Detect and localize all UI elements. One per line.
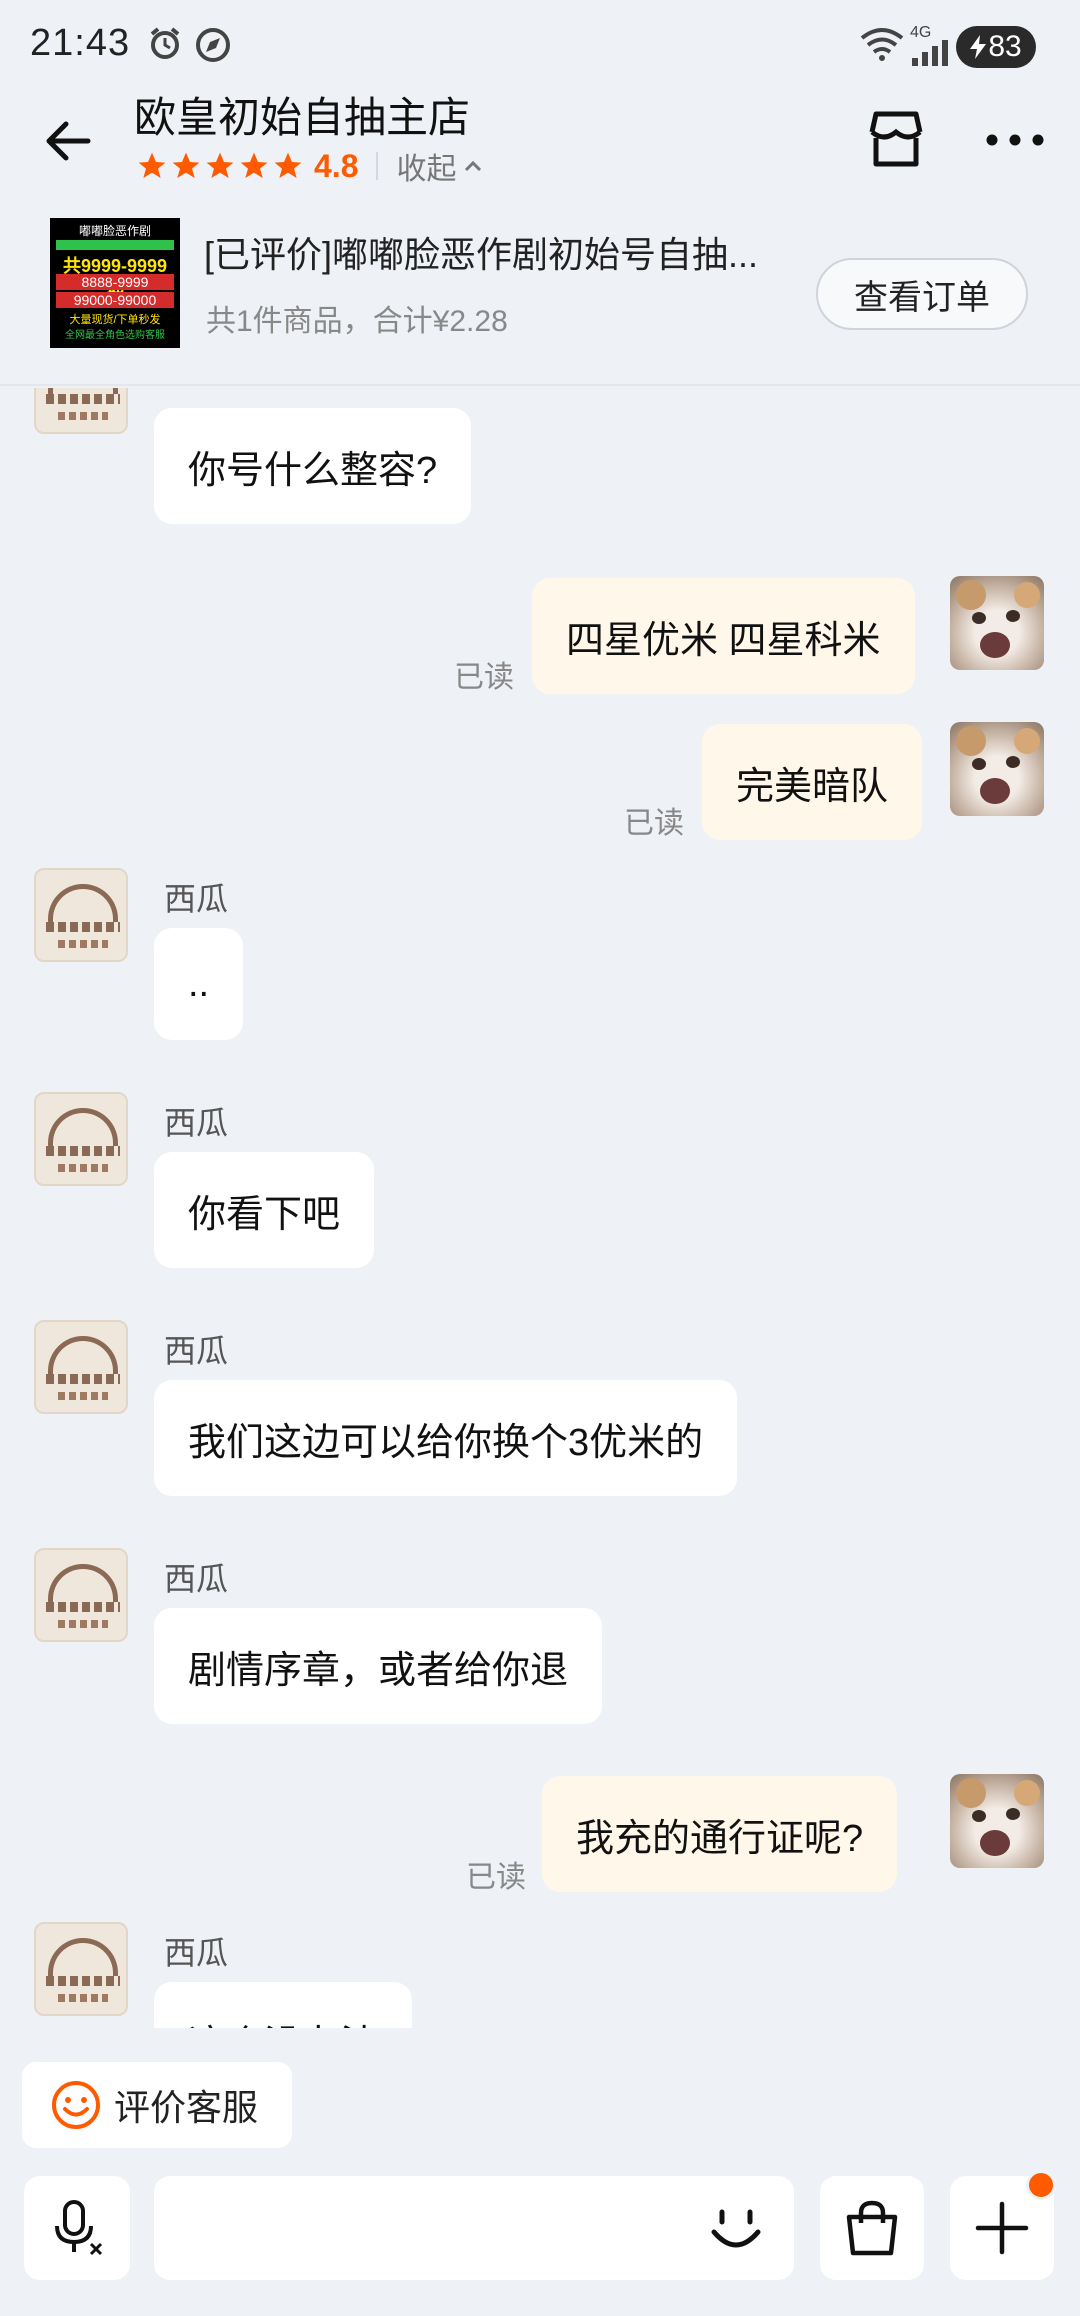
notification-dot	[1026, 2170, 1056, 2200]
store-icon[interactable]	[862, 106, 930, 174]
thumb-line: 8888-9999	[56, 274, 174, 290]
message-bubble-outgoing[interactable]: 四星优米 四星科米	[532, 578, 915, 694]
star-icon	[138, 152, 166, 178]
more-actions-button[interactable]	[950, 2170, 1056, 2280]
user-avatar[interactable]	[950, 722, 1044, 816]
order-card[interactable]: 嘟嘟脸恶作剧 共9999-9999抽 8888-9999 99000-99000…	[0, 200, 1080, 386]
message-bubble-incoming[interactable]: ..	[154, 928, 244, 1040]
thumb-title: 嘟嘟脸恶作剧	[78, 224, 151, 238]
shop-avatar[interactable]	[34, 1320, 128, 1414]
message-list[interactable]: 你号什么整容? 已读 四星优米 四星科米 已读 完美暗队 西瓜 .. 西瓜 你看…	[0, 388, 1080, 2028]
signal-icon	[912, 40, 948, 66]
message-bubble-outgoing[interactable]: 完美暗队	[702, 724, 923, 840]
battery-level: 83	[988, 30, 1022, 63]
user-avatar[interactable]	[950, 576, 1044, 670]
shop-avatar[interactable]	[34, 1548, 128, 1642]
shopping-bag-icon	[846, 2200, 898, 2256]
message-bubble-incoming[interactable]: 剧情序章，或者给你退	[154, 1608, 603, 1724]
compass-icon	[196, 28, 230, 62]
charging-icon	[970, 35, 987, 59]
shop-avatar[interactable]	[34, 868, 128, 962]
rate-service-label: 评价客服	[114, 2087, 259, 2128]
shop-avatar[interactable]	[34, 1092, 128, 1186]
more-options-icon[interactable]	[980, 106, 1050, 174]
shop-avatar[interactable]	[34, 1922, 128, 2016]
product-thumbnail[interactable]: 嘟嘟脸恶作剧 共9999-9999抽 8888-9999 99000-99000…	[50, 218, 180, 348]
sender-name: 西瓜	[164, 1333, 229, 1369]
status-time: 21:43	[30, 22, 131, 64]
chevron-up-icon	[465, 160, 482, 172]
alarm-icon	[150, 27, 180, 59]
emoji-icon[interactable]	[700, 2192, 772, 2264]
voice-input-button[interactable]	[24, 2176, 130, 2280]
collapse-label: 收起	[396, 153, 457, 186]
sender-name: 西瓜	[164, 1935, 229, 1971]
star-icon	[240, 152, 268, 178]
plus-icon	[975, 2201, 1029, 2255]
read-receipt: 已读	[624, 807, 684, 840]
thumb-line: 99000-99000	[56, 292, 174, 308]
read-receipt: 已读	[466, 1861, 526, 1894]
back-arrow-icon[interactable]	[36, 106, 106, 176]
rate-service-button[interactable]: 评价客服	[22, 2062, 292, 2148]
sender-name: 西瓜	[164, 1561, 229, 1597]
sender-name: 西瓜	[164, 881, 229, 917]
star-icon	[172, 152, 200, 178]
sender-name: 西瓜	[164, 1105, 229, 1141]
shopping-bag-button[interactable]	[820, 2176, 924, 2280]
product-name[interactable]: [已评价]嘟嘟脸恶作剧初始号自抽...	[204, 226, 804, 278]
read-receipt: 已读	[454, 661, 514, 694]
shop-name[interactable]: 欧皇初始自抽主店	[134, 84, 470, 145]
message-bubble-incoming[interactable]: 这个没办法	[154, 1982, 413, 2028]
shop-rating: 4.8 收起	[136, 144, 484, 188]
smiley-icon	[52, 2081, 100, 2129]
collapse-toggle[interactable]: 收起	[396, 144, 484, 188]
star-icon	[274, 152, 302, 178]
rating-value: 4.8	[314, 147, 359, 184]
order-summary: 共1件商品，合计¥2.28	[206, 305, 508, 338]
battery-indicator: 83	[956, 26, 1036, 68]
input-bar	[0, 2156, 1080, 2316]
shop-avatar[interactable]	[34, 388, 128, 434]
microphone-icon	[55, 2200, 103, 2256]
message-input[interactable]	[154, 2176, 794, 2280]
thumb-line: 全网最全角色选购客服	[65, 330, 165, 341]
thumb-line: 大量现货/下单秒发	[69, 314, 161, 326]
status-bar: 21:43 4G 83	[0, 0, 1080, 80]
chat-header: 欧皇初始自抽主店 4.8 收起	[0, 80, 1080, 200]
message-bubble-outgoing[interactable]: 我充的通行证呢?	[542, 1776, 898, 1892]
view-order-button[interactable]: 查看订单	[816, 258, 1028, 330]
star-icon	[206, 152, 234, 178]
thumb-strip	[56, 240, 174, 250]
wifi-icon	[860, 28, 904, 61]
message-bubble-incoming[interactable]: 你看下吧	[154, 1152, 375, 1268]
message-bubble-incoming[interactable]: 你号什么整容?	[154, 408, 472, 524]
divider	[376, 152, 379, 180]
message-bubble-incoming[interactable]: 我们这边可以给你换个3优米的	[154, 1380, 738, 1496]
user-avatar[interactable]	[950, 1774, 1044, 1868]
